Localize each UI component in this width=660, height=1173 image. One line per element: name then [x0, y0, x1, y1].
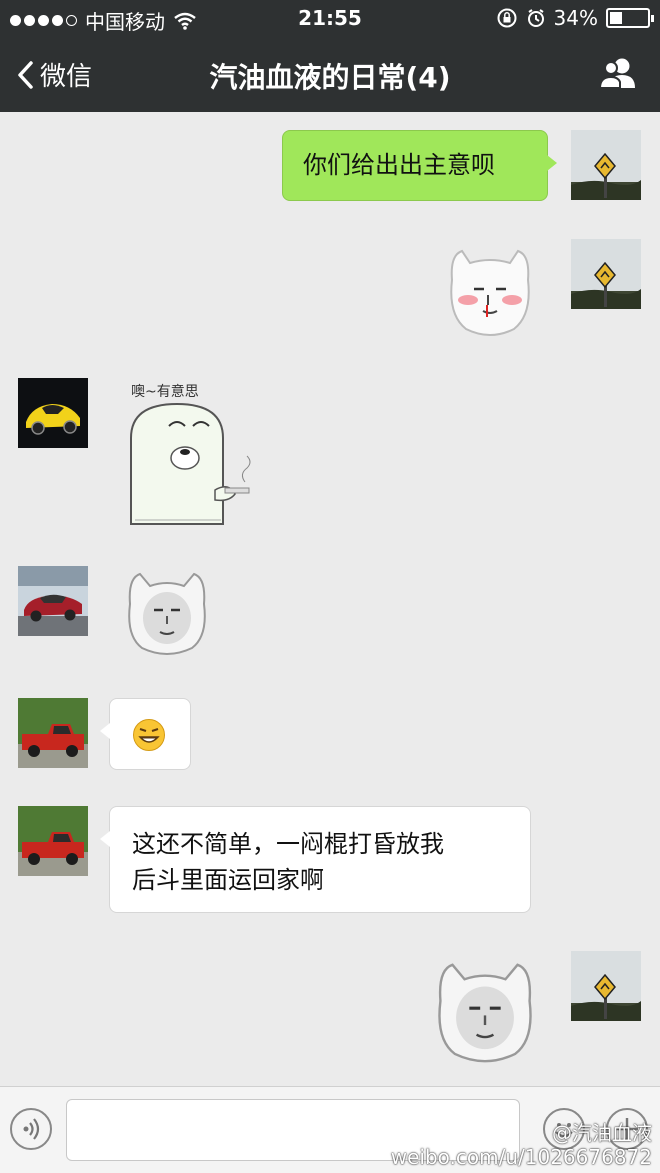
grin-emoji-icon [133, 719, 165, 751]
alarm-icon [527, 9, 544, 27]
sender-avatar-red-truck[interactable] [18, 806, 88, 876]
group-members-button[interactable] [598, 56, 638, 94]
message-bubble-incoming[interactable]: 这还不简单，一闷棍打昏放我 后斗里面运回家啊 [100, 806, 531, 913]
sender-avatar-yellow-car[interactable] [18, 378, 88, 448]
battery-icon [606, 8, 654, 28]
nav-bar: 微信 汽油血液的日常(4) [0, 44, 660, 106]
my-avatar[interactable] [571, 130, 641, 200]
sticker-cat-face[interactable] [430, 960, 540, 1070]
chat-title: 汽油血液的日常(4) [209, 61, 451, 94]
message-bubble-incoming[interactable] [100, 698, 191, 770]
input-bar: @汽油血液 weibo.com/u/1026676872 [0, 1086, 660, 1173]
message-bubble-outgoing[interactable]: 你们给出出主意呗 [282, 130, 557, 201]
sticker-caption: 噢~有意思 [131, 383, 199, 400]
battery-percent: 34% [553, 6, 598, 30]
message-text: 你们给出出主意呗 [303, 151, 495, 179]
voice-button[interactable] [10, 1108, 52, 1150]
message-text-line: 这还不简单，一闷棍打昏放我 [132, 830, 444, 858]
sticker-cat-face[interactable] [122, 570, 212, 662]
sticker-seal-smoking[interactable]: 噢~有意思 [125, 378, 255, 530]
weibo-watermark: @汽油血液 weibo.com/u/1026676872 [391, 1121, 652, 1169]
voice-icon [23, 1118, 40, 1140]
sticker-blushing-face[interactable] [440, 245, 540, 344]
sender-avatar-red-truck[interactable] [18, 698, 88, 768]
watermark-handle: @汽油血液 [552, 1121, 652, 1145]
watermark-url: weibo.com/u/1026676872 [390, 1145, 652, 1169]
my-avatar[interactable] [571, 239, 641, 309]
people-icon [598, 58, 635, 89]
status-bar: 中国移动 21:55 34% [0, 0, 660, 38]
header: 中国移动 21:55 34% 微信 汽油血液的日常(4) [0, 0, 660, 112]
my-avatar[interactable] [571, 951, 641, 1021]
rotation-lock-icon [497, 8, 517, 28]
sender-avatar-red-car[interactable] [18, 566, 88, 636]
message-text-line: 后斗里面运回家啊 [132, 866, 324, 894]
